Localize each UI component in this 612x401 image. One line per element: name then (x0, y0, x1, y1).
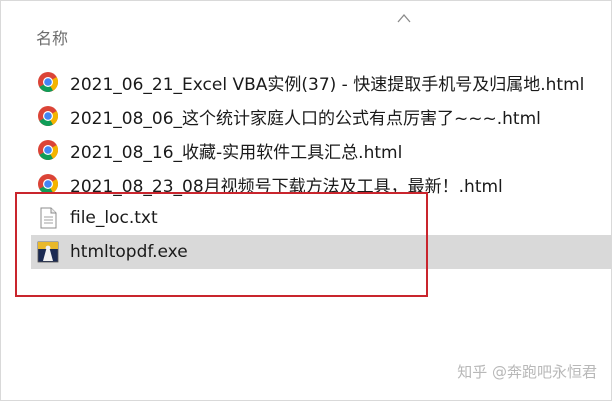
column-header-name[interactable]: 名称 (36, 25, 68, 49)
chrome-icon (37, 71, 59, 93)
chrome-icon (37, 139, 59, 161)
watermark: 知乎 @奔跑吧永恒君 (457, 363, 597, 381)
file-row-selected[interactable]: htmltopdf.exe (31, 235, 612, 269)
file-name: htmltopdf.exe (70, 242, 188, 262)
chrome-icon (37, 105, 59, 127)
file-name: file_loc.txt (70, 208, 158, 228)
chevron-up-icon[interactable] (397, 13, 411, 23)
file-name: 2021_08_06_这个统计家庭人口的公式有点厉害了~~~.html (70, 108, 541, 129)
file-name: 2021_08_23_08月视频号下载方法及工具，最新！.html (70, 176, 503, 197)
file-name: 2021_06_21_Excel VBA实例(37) - 快速提取手机号及归属地… (70, 74, 585, 95)
chrome-icon (37, 173, 59, 195)
explorer-window: 名称 2021_06_21_Excel VBA实例(37) - 快速提取手机号及… (0, 0, 612, 401)
exe-app-icon (37, 241, 59, 263)
file-name: 2021_08_16_收藏-实用软件工具汇总.html (70, 142, 403, 163)
file-row[interactable]: 2021_08_06_这个统计家庭人口的公式有点厉害了~~~.html (31, 99, 612, 133)
text-file-icon (37, 207, 59, 229)
file-row[interactable]: 2021_06_21_Excel VBA实例(37) - 快速提取手机号及归属地… (31, 65, 612, 99)
file-row[interactable]: 2021_08_16_收藏-实用软件工具汇总.html (31, 133, 612, 167)
file-row[interactable]: 2021_08_23_08月视频号下载方法及工具，最新！.html (31, 167, 612, 201)
file-list: 2021_06_21_Excel VBA实例(37) - 快速提取手机号及归属地… (31, 65, 612, 269)
file-row[interactable]: file_loc.txt (31, 201, 612, 235)
